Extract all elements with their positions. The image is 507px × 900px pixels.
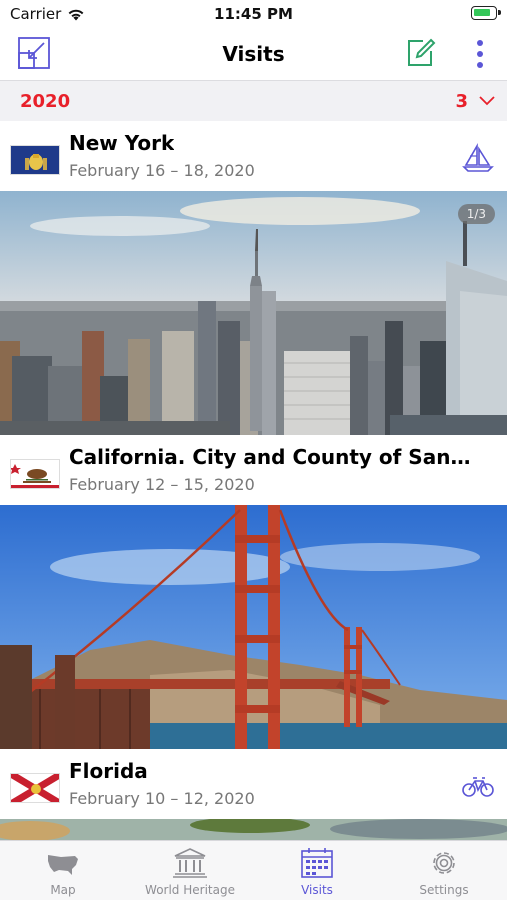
- status-time: 11:45 PM: [214, 5, 293, 23]
- visit-dates: February 10 – 12, 2020: [69, 789, 255, 808]
- florida-flag-icon: [10, 773, 60, 803]
- tab-label: World Heritage: [145, 883, 235, 897]
- temple-icon: [173, 848, 207, 878]
- tab-label: Settings: [419, 883, 469, 897]
- section-year: 2020: [20, 91, 71, 112]
- visit-count: 3: [455, 91, 468, 112]
- tab-visits[interactable]: Visits: [254, 841, 380, 900]
- gear-icon: [433, 852, 455, 874]
- new-york-flag-icon: [10, 145, 60, 175]
- photo-counter: 1/3: [457, 204, 495, 224]
- visit-row[interactable]: California. City and County of San… Febr…: [0, 435, 507, 505]
- california-flag-icon: [10, 459, 60, 489]
- bicycle-icon: [462, 777, 494, 797]
- visit-row[interactable]: New York February 16 – 18, 2020: [0, 121, 507, 191]
- navigation-bar: Visits: [0, 28, 507, 80]
- tab-label: Map: [50, 883, 76, 897]
- tab-map[interactable]: Map: [0, 841, 126, 900]
- more-options-icon[interactable]: [469, 37, 491, 71]
- usa-map-icon: [48, 855, 78, 875]
- visit-dates: February 12 – 15, 2020: [69, 475, 255, 494]
- florida-photo[interactable]: [0, 819, 507, 840]
- visit-name: New York: [69, 131, 175, 155]
- chevron-down-icon[interactable]: [478, 93, 496, 107]
- year-section-header[interactable]: 2020 3: [0, 80, 507, 121]
- tab-settings[interactable]: Settings: [381, 841, 507, 900]
- visit-row[interactable]: Florida February 10 – 12, 2020: [0, 749, 507, 819]
- tab-label: Visits: [301, 883, 333, 897]
- visit-name: Florida: [69, 759, 148, 783]
- tab-world-heritage[interactable]: World Heritage: [127, 841, 253, 900]
- golden-gate-bridge-photo[interactable]: [0, 505, 507, 749]
- status-bar: Carrier 11:45 PM: [0, 0, 507, 28]
- calendar-icon: [301, 848, 333, 878]
- compose-icon[interactable]: [403, 36, 437, 70]
- visit-dates: February 16 – 18, 2020: [69, 161, 255, 180]
- sailboat-icon: [462, 143, 494, 172]
- visit-name: California. City and County of San…: [69, 445, 469, 469]
- battery-icon: [471, 6, 501, 20]
- tab-bar: Map World Heritage Visits Settings: [0, 840, 507, 900]
- new-york-skyline-photo[interactable]: 1/3: [0, 191, 507, 435]
